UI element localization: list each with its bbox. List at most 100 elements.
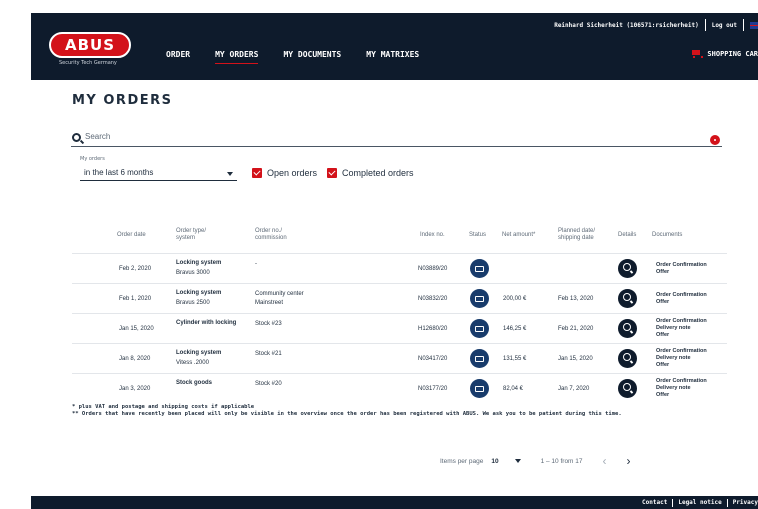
next-page-button[interactable]: › — [627, 454, 631, 468]
search-icon[interactable] — [72, 133, 81, 142]
table-row[interactable]: Jan 3, 2020 Stock goods Stock #20 N03177/20… — [72, 373, 727, 402]
divider — [726, 499, 728, 507]
gear-icon[interactable] — [710, 135, 720, 145]
chevron-down-icon[interactable] — [514, 459, 521, 463]
col-order-date[interactable]: Order date — [117, 232, 146, 239]
order-type: Locking system — [176, 260, 222, 266]
document-link[interactable]: Delivery note — [656, 325, 691, 332]
order-number: - — [255, 261, 257, 267]
document-link[interactable]: Offer — [656, 332, 669, 339]
col-planned-date[interactable]: Planned date/shipping date — [558, 228, 595, 242]
open-orders-label: Open orders — [267, 168, 318, 178]
items-per-page-value[interactable]: 10 — [491, 458, 498, 465]
user-name: Reinhard Sicherheit (106571:rsicherheit) — [554, 21, 699, 29]
planned-date: Feb 21, 2020 — [558, 326, 594, 332]
col-status[interactable]: Status — [469, 232, 486, 239]
order-date: Feb 2, 2020 — [119, 266, 152, 272]
table-row[interactable]: Jan 8, 2020 Locking system Vitess .2000 Sto… — [72, 343, 727, 372]
status-icon — [470, 349, 489, 368]
col-order-type[interactable]: Order type/system — [176, 228, 206, 242]
document-link[interactable]: Delivery note — [656, 355, 691, 362]
index-number: N03832/20 — [418, 296, 448, 302]
index-number: N03889/20 — [418, 266, 448, 272]
order-date: Jan 15, 2020 — [119, 326, 154, 332]
nav-my-orders[interactable]: MY ORDERS — [215, 50, 259, 64]
table-row[interactable]: Feb 1, 2020 Locking system Bravus 2500 Comm… — [72, 283, 727, 312]
footnote-registration: ** Orders that have recently been placed… — [72, 411, 622, 417]
details-magnifier-icon[interactable] — [618, 349, 637, 368]
pagination: Items per page 10 1 – 10 from 17 ‹ › — [440, 454, 631, 468]
legal-notice-link[interactable]: Legal notice — [678, 499, 721, 507]
page-title: MY ORDERS — [72, 93, 173, 108]
prev-page-button[interactable]: ‹ — [603, 454, 607, 468]
order-system: Vitess .2000 — [176, 360, 209, 366]
table-row[interactable]: Jan 15, 2020 Cylinder with locking Stock #… — [72, 313, 727, 342]
order-number: Stock #20 — [255, 381, 282, 387]
filter-label: My orders — [80, 156, 105, 162]
order-number: Stock #23 — [255, 321, 282, 327]
status-glyph-icon — [475, 355, 484, 362]
main-nav: ORDER MY ORDERS MY DOCUMENTS MY MATRIXES — [166, 50, 444, 64]
col-planned-line2: shipping date — [558, 235, 594, 241]
open-orders-checkbox[interactable]: Open orders — [252, 168, 317, 178]
privacy-link[interactable]: Privacy — [733, 499, 758, 507]
abus-logo[interactable]: ABUS — [49, 32, 131, 58]
search-input[interactable] — [85, 132, 685, 141]
top-header: ABUS Security Tech Germany ORDER MY ORDE… — [31, 13, 758, 80]
col-net-amount[interactable]: Net amount* — [502, 232, 535, 239]
completed-orders-checkbox[interactable]: Completed orders — [327, 168, 414, 178]
document-link[interactable]: Offer — [656, 392, 669, 399]
chevron-down-icon — [227, 172, 233, 176]
details-magnifier-icon[interactable] — [618, 319, 637, 338]
document-link[interactable]: Order Confirmation — [656, 348, 707, 355]
logo-text: ABUS — [64, 36, 116, 54]
document-link[interactable]: Order Confirmation — [656, 378, 707, 385]
details-magnifier-icon[interactable] — [618, 289, 637, 308]
table-row[interactable]: Feb 2, 2020 Locking system Bravus 3000 - N03… — [72, 253, 727, 282]
contact-link[interactable]: Contact — [642, 499, 667, 507]
status-icon — [470, 379, 489, 398]
index-number: N03177/20 — [418, 386, 448, 392]
completed-orders-label: Completed orders — [342, 168, 414, 178]
order-type: Locking system — [176, 350, 222, 356]
document-link[interactable]: Offer — [656, 362, 669, 369]
order-type: Locking system — [176, 290, 222, 296]
status-glyph-icon — [475, 265, 484, 272]
net-amount: 131,55 € — [503, 356, 527, 362]
document-link[interactable]: Order Confirmation — [656, 292, 707, 299]
document-link[interactable]: Order Confirmation — [656, 262, 707, 269]
shopping-cart-link[interactable]: SHOPPING CAR — [691, 49, 758, 58]
nav-my-documents[interactable]: MY DOCUMENTS — [283, 50, 341, 64]
period-select-value: in the last 6 months — [84, 168, 154, 177]
document-link[interactable]: Offer — [656, 269, 669, 276]
order-date: Feb 1, 2020 — [119, 296, 152, 302]
order-date: Jan 8, 2020 — [119, 356, 151, 362]
nav-order[interactable]: ORDER — [166, 50, 190, 64]
order-commission: Mainstreet — [255, 300, 284, 306]
col-documents: Documents — [652, 232, 683, 238]
order-number: Stock #21 — [255, 351, 282, 357]
divider — [743, 19, 744, 31]
nav-my-matrixes[interactable]: MY MATRIXES — [366, 50, 419, 64]
document-link[interactable]: Order Confirmation — [656, 318, 707, 325]
cart-label: SHOPPING CAR — [707, 49, 758, 58]
col-order-type-line1: Order type/ — [176, 228, 207, 234]
index-number: H12680/20 — [418, 326, 448, 332]
col-index-no[interactable]: Index no. — [420, 232, 445, 239]
page-range: 1 – 10 from 17 — [540, 457, 583, 465]
period-select[interactable]: in the last 6 months — [80, 166, 237, 181]
status-glyph-icon — [475, 385, 484, 392]
order-type: Stock goods — [176, 380, 213, 386]
uk-flag-icon[interactable] — [750, 21, 758, 29]
logout-link[interactable]: Log out — [712, 22, 737, 29]
col-order-no[interactable]: Order no./commission — [255, 228, 287, 242]
document-link[interactable]: Offer — [656, 299, 669, 306]
details-magnifier-icon[interactable] — [618, 259, 637, 278]
footer-links: Contact Legal notice Privacy — [642, 499, 758, 507]
checkbox-checked-icon — [252, 168, 262, 178]
net-amount: 82,04 € — [503, 386, 524, 392]
order-system: Bravus 2500 — [176, 300, 210, 306]
details-magnifier-icon[interactable] — [618, 379, 637, 398]
planned-date: Jan 15, 2020 — [558, 356, 593, 362]
document-link[interactable]: Delivery note — [656, 385, 691, 392]
